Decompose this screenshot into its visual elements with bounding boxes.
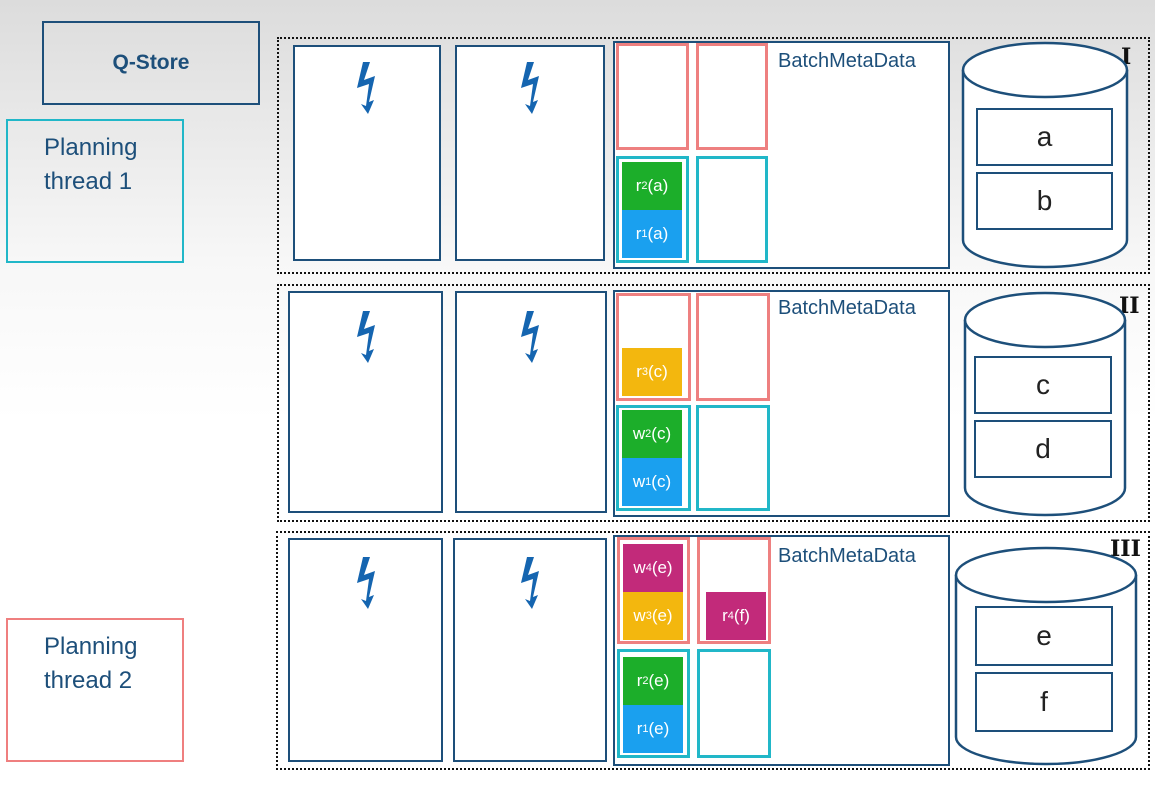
- q-store-label: Q-Store: [112, 51, 190, 74]
- operation-name: w: [632, 472, 646, 491]
- lightning-bolt-icon: [521, 311, 539, 363]
- operation-block: r 2 (e): [623, 657, 683, 705]
- operation-name: w: [633, 606, 646, 625]
- operation-argument: (e): [648, 719, 670, 738]
- operation-block: r 1 (e): [623, 705, 683, 753]
- lightning-bolt-icon: [521, 557, 539, 609]
- planning-queue-thread1: [696, 156, 768, 263]
- operation-argument: (a): [647, 224, 669, 243]
- operation-block: r 4 (f): [706, 592, 766, 640]
- operation-block: w 3 (e): [623, 592, 683, 640]
- operation-block: r 3 (c): [622, 348, 682, 396]
- data-record-box: c: [974, 356, 1112, 414]
- planning-thread-1-label: Planning thread 1: [44, 134, 138, 195]
- batch-metadata-label: BatchMetaData: [778, 50, 916, 72]
- operation-argument: (c): [647, 362, 668, 381]
- operation-argument: (a): [647, 176, 669, 195]
- operation-argument: (e): [651, 606, 673, 625]
- operation-block: w 1 (c): [622, 458, 682, 506]
- data-record-box: f: [975, 672, 1113, 732]
- data-record-box: a: [976, 108, 1113, 166]
- batch-metadata-label: BatchMetaData: [778, 297, 916, 319]
- q-store-box: Q-Store: [42, 21, 260, 105]
- data-record-box: e: [975, 606, 1113, 666]
- planning-thread-1-box: Planning thread 1: [6, 119, 184, 263]
- operation-name: w: [633, 558, 646, 577]
- operation-argument: (c): [651, 424, 672, 443]
- data-record-box: b: [976, 172, 1113, 230]
- lightning-bolt-icon: [357, 62, 375, 114]
- operation-name: w: [632, 424, 646, 443]
- batch-metadata-label: BatchMetaData: [778, 545, 916, 567]
- data-record-box: d: [974, 420, 1112, 478]
- operation-block: r 2 (a): [622, 162, 682, 210]
- operation-argument: (e): [651, 558, 673, 577]
- operation-argument: (c): [651, 472, 672, 491]
- planning-queue-thread2: [616, 43, 689, 150]
- operation-argument: (f): [733, 606, 750, 625]
- operation-block: w 4 (e): [623, 544, 683, 592]
- planning-thread-2-box: Planning thread 2: [6, 618, 184, 762]
- lightning-bolt-icon: [521, 62, 539, 114]
- operation-block: r 1 (a): [622, 210, 682, 258]
- lightning-bolt-icon: [357, 557, 375, 609]
- operation-block: w 2 (c): [622, 410, 682, 458]
- lightning-bolt-icon: [357, 311, 375, 363]
- planning-queue-thread1: [696, 405, 770, 511]
- planning-thread-2-label: Planning thread 2: [44, 633, 138, 694]
- planning-queue-thread2: [696, 43, 768, 150]
- planning-queue-thread2: [696, 293, 770, 401]
- operation-argument: (e): [648, 671, 670, 690]
- planning-queue-thread1: [697, 649, 771, 758]
